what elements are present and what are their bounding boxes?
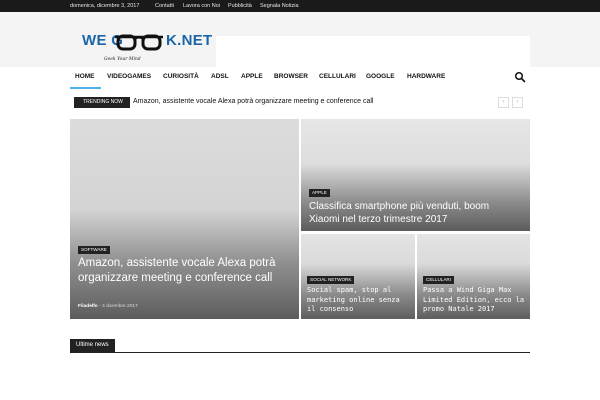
- featured-top-right-tile[interactable]: APPLE Classifica smartphone più venduti,…: [301, 119, 530, 231]
- featured-main-author[interactable]: Filadelfo: [78, 304, 98, 309]
- top-bar: domenica, dicembre 3, 2017 Contatti Lavo…: [0, 0, 600, 12]
- chevron-left-icon: ‹: [502, 99, 505, 105]
- nav-item-home[interactable]: HOME: [75, 73, 95, 80]
- search-icon[interactable]: [514, 71, 526, 83]
- featured-main-meta: Filadelfo - 3 dicembre 2017: [78, 304, 138, 309]
- chevron-right-icon: ›: [516, 99, 519, 105]
- site-header: WE G K.NET Geek Your Mind: [0, 12, 600, 74]
- category-badge-apple[interactable]: APPLE: [309, 189, 330, 197]
- nav-active-indicator: [70, 87, 101, 89]
- trending-next-button[interactable]: ›: [512, 97, 523, 108]
- top-link-contatti[interactable]: Contatti: [155, 2, 174, 10]
- trending-label: TRENDING NOW: [76, 97, 130, 108]
- featured-bottom-left-tile[interactable]: SOCIAL NETWORK Social spam, stop al mark…: [301, 234, 415, 319]
- nav-item-cellulari[interactable]: CELLULARI: [319, 73, 356, 80]
- featured-top-right-title[interactable]: Classifica smartphone più venduti, boom …: [309, 200, 519, 226]
- nav-item-google[interactable]: GOOGLE: [366, 73, 395, 80]
- featured-bottom-right-tile[interactable]: CELLULARI Passa a Wind Giga Max Limited …: [417, 234, 530, 319]
- featured-main-title[interactable]: Amazon, assistente vocale Alexa potrà or…: [78, 256, 278, 286]
- top-bar-date: domenica, dicembre 3, 2017: [70, 3, 140, 9]
- glasses-icon: [115, 34, 163, 51]
- nav-item-adsl[interactable]: ADSL: [211, 73, 229, 80]
- logo-text-right: K.NET: [166, 32, 213, 49]
- featured-main-date: 3 dicembre 2017: [102, 304, 138, 309]
- category-badge-cellulari[interactable]: CELLULARI: [423, 276, 455, 284]
- trending-headline[interactable]: Amazon, assistente vocale Alexa potrà or…: [133, 98, 373, 105]
- nav-item-browser[interactable]: BROWSER: [274, 73, 308, 80]
- nav-item-curiosita[interactable]: CURIOSITÀ: [163, 73, 199, 80]
- section-label: Ultime news: [70, 339, 115, 352]
- top-link-pubblicita[interactable]: Pubblicità: [228, 2, 252, 10]
- site-logo[interactable]: WE G K.NET Geek Your Mind: [82, 30, 212, 70]
- trending-bar: TRENDING NOW Amazon, assistente vocale A…: [70, 96, 530, 110]
- category-badge-social-network[interactable]: SOCIAL NETWORK: [307, 276, 355, 284]
- nav-item-hardware[interactable]: HARDWARE: [407, 73, 445, 80]
- main-navigation: HOME VIDEOGAMES CURIOSITÀ ADSL APPLE BRO…: [0, 67, 600, 89]
- logo-tagline: Geek Your Mind: [104, 57, 141, 62]
- section-header-ultime-news: Ultime news: [70, 339, 530, 353]
- featured-main-tile[interactable]: SOFTWARE Amazon, assistente vocale Alexa…: [70, 119, 299, 319]
- featured-bottom-left-title[interactable]: Social spam, stop al marketing online se…: [307, 286, 411, 315]
- nav-item-apple[interactable]: APPLE: [241, 73, 263, 80]
- top-link-segnala-notizia[interactable]: Segnala Notizia: [260, 2, 299, 10]
- featured-bottom-right-title[interactable]: Passa a Wind Giga Max Limited Edition, e…: [423, 286, 527, 315]
- nav-item-videogames[interactable]: VIDEOGAMES: [107, 73, 151, 80]
- category-badge-software[interactable]: SOFTWARE: [78, 246, 110, 254]
- trending-prev-button[interactable]: ‹: [498, 97, 509, 108]
- top-link-lavora-con-noi[interactable]: Lavora con Noi: [183, 2, 220, 10]
- featured-main-image: [70, 119, 299, 319]
